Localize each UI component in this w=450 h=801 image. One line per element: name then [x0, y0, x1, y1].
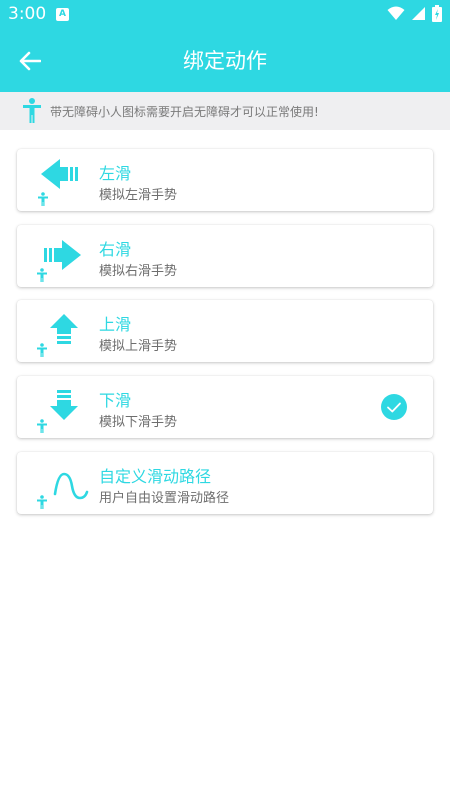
action-subtitle: 模拟上滑手势	[99, 339, 178, 354]
action-subtitle: 模拟左滑手势	[99, 188, 178, 203]
accessibility-badge-icon	[37, 419, 47, 433]
action-title: 上滑	[99, 315, 132, 334]
action-title: 左滑	[99, 164, 132, 183]
custom-path-wave-icon	[37, 472, 89, 509]
action-card-custom-path[interactable]: 自定义滑动路径 用户自由设置滑动路径	[17, 452, 433, 514]
accessibility-badge-icon	[37, 268, 47, 282]
action-subtitle: 模拟右滑手势	[99, 264, 178, 279]
title-bar: 绑定动作	[0, 30, 450, 92]
swipe-right-arrow-icon	[37, 240, 81, 282]
action-subtitle: 模拟下滑手势	[99, 415, 178, 430]
battery-icon	[432, 5, 442, 22]
action-subtitle: 用户自由设置滑动路径	[99, 491, 230, 506]
notice-text: 带无障碍小人图标需要开启无障碍才可以正常使用!	[50, 104, 319, 119]
page-title: 绑定动作	[183, 49, 267, 73]
status-icons	[387, 5, 442, 22]
swipe-left-arrow-icon	[38, 159, 78, 206]
action-card-swipe-right[interactable]: 右滑 模拟右滑手势	[17, 225, 433, 287]
accessibility-badge-icon	[38, 192, 48, 206]
accessibility-badge-icon	[37, 343, 47, 357]
selected-check-icon	[381, 394, 407, 420]
back-arrow-icon	[19, 51, 41, 71]
app-header: 3:00 A 绑定动作	[0, 0, 450, 92]
accessibility-notice: 带无障碍小人图标需要开启无障碍才可以正常使用!	[0, 92, 450, 130]
action-card-swipe-left[interactable]: 左滑 模拟左滑手势	[17, 149, 433, 211]
accessibility-badge-icon	[37, 495, 47, 509]
status-bar: 3:00 A	[0, 0, 450, 30]
action-title: 自定义滑动路径	[99, 467, 212, 486]
signal-icon	[412, 7, 425, 20]
accessibility-person-icon	[23, 98, 41, 123]
a-icon: A	[56, 8, 69, 21]
status-time: 3:00	[8, 4, 47, 24]
action-title: 右滑	[99, 240, 132, 259]
action-card-swipe-up[interactable]: 上滑 模拟上滑手势	[17, 300, 433, 362]
action-card-swipe-down[interactable]: 下滑 模拟下滑手势	[17, 376, 433, 438]
swipe-up-arrow-icon	[37, 314, 78, 357]
back-button[interactable]	[14, 47, 46, 75]
swipe-down-arrow-icon	[37, 390, 78, 433]
wifi-icon	[387, 6, 405, 20]
action-title: 下滑	[99, 391, 132, 410]
